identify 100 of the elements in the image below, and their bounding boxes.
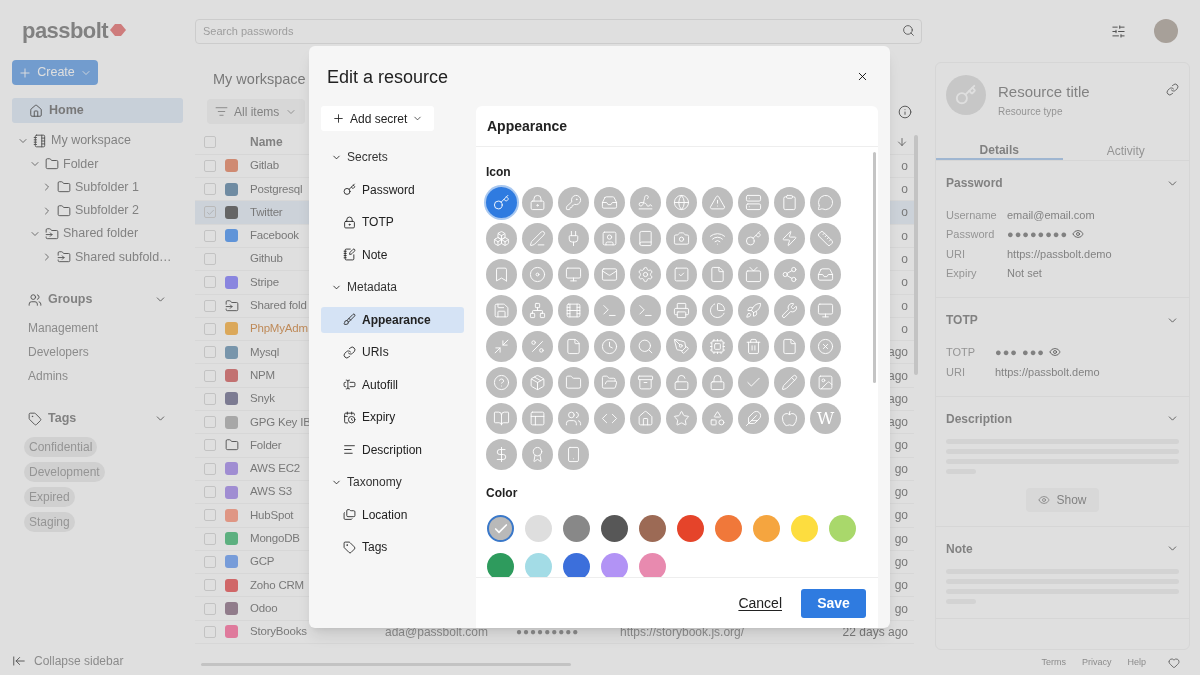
save-button[interactable]: Save bbox=[801, 588, 866, 618]
tag-chip[interactable]: Expired bbox=[24, 486, 75, 507]
table-cell-text: go bbox=[894, 437, 909, 455]
table-cell-text: go bbox=[894, 484, 909, 502]
field-value: ●●● ●●● bbox=[995, 344, 1045, 360]
resource-title: Resource title bbox=[998, 82, 1091, 102]
nav-item[interactable]: Tags bbox=[321, 534, 464, 561]
footer-link[interactable]: Help bbox=[1127, 655, 1146, 670]
resource-name: Gitlab bbox=[250, 158, 279, 174]
resource-name: AWS EC2 bbox=[250, 461, 300, 477]
section-title: Password bbox=[946, 175, 1004, 192]
nav-item[interactable]: Password bbox=[321, 176, 464, 203]
footer-link[interactable]: Terms bbox=[1041, 655, 1066, 670]
field-value: Not set bbox=[1007, 266, 1042, 282]
table-cell-text: o bbox=[901, 274, 909, 292]
resource-type: Resource type bbox=[998, 104, 1064, 119]
nav-item[interactable]: Expiry bbox=[321, 404, 464, 431]
section-heading: Tags bbox=[48, 410, 78, 428]
table-cell-text: o bbox=[901, 157, 909, 175]
resource-name: Facebook bbox=[250, 228, 299, 244]
icon-option[interactable]: W bbox=[810, 403, 841, 434]
tag-chip[interactable]: Development bbox=[24, 461, 105, 482]
tab[interactable]: Activity bbox=[1062, 141, 1189, 160]
table-cell-text: o bbox=[901, 251, 909, 269]
tab[interactable]: Details bbox=[936, 141, 1063, 160]
section-title: Description bbox=[946, 410, 1013, 428]
nav-item[interactable]: Note bbox=[321, 241, 464, 268]
tree-item[interactable]: My workspace bbox=[51, 131, 131, 150]
resource-name: Snyk bbox=[250, 391, 275, 407]
field-label: Color bbox=[486, 486, 519, 500]
password-dots: ●●●●●●●●● bbox=[516, 625, 581, 640]
tag-chip[interactable]: Confidential bbox=[24, 436, 98, 457]
section-title: TOTP bbox=[946, 312, 979, 330]
cancel-link[interactable]: Cancel bbox=[738, 592, 782, 614]
tree-item[interactable]: Folder bbox=[63, 154, 99, 174]
field-label: Username bbox=[946, 207, 998, 223]
resource-name: StoryBooks bbox=[250, 624, 307, 640]
resource-name: Github bbox=[250, 251, 283, 267]
search-field[interactable]: Search passwords bbox=[195, 18, 922, 44]
resource-name: Mysql bbox=[250, 344, 280, 360]
table-cell-text: o bbox=[901, 181, 909, 199]
field-label: Expiry bbox=[946, 266, 978, 282]
field-label: Password bbox=[946, 227, 996, 243]
section-heading: Groups bbox=[48, 291, 94, 309]
resource-name: Zoho CRM bbox=[250, 577, 304, 593]
field-label: URI bbox=[946, 246, 966, 262]
field-value: https://passbolt.demo bbox=[1007, 246, 1112, 262]
nav-item[interactable]: Location bbox=[321, 501, 464, 528]
filter-button[interactable]: All items bbox=[207, 99, 306, 125]
field-value: ●●●●●●●● bbox=[1007, 227, 1069, 243]
resource-name: Folder bbox=[250, 437, 282, 453]
table-cell-text: https://storybook.js.org/ bbox=[620, 623, 745, 641]
section-title: Note bbox=[946, 540, 974, 558]
nav-item[interactable]: Autofill bbox=[321, 371, 464, 398]
nav-group-title[interactable]: Taxonomy bbox=[347, 473, 402, 492]
table-cell-text: ada@passbolt.com bbox=[385, 623, 489, 641]
tree-item[interactable]: Subfolder 2 bbox=[75, 201, 139, 220]
table-cell-text: go bbox=[894, 553, 909, 571]
create-button[interactable]: Create bbox=[12, 60, 98, 85]
nav-group-title[interactable]: Secrets bbox=[347, 148, 388, 167]
table-cell-text: o bbox=[901, 204, 909, 222]
field-label: TOTP bbox=[946, 344, 977, 360]
table-cell-text: o bbox=[901, 227, 909, 245]
table-cell-text: go bbox=[894, 577, 909, 595]
resource-name: Stripe bbox=[250, 274, 279, 290]
field-value: email@email.com bbox=[1007, 207, 1095, 223]
nav-item[interactable]: TOTP bbox=[321, 209, 464, 236]
tree-item[interactable]: Shared folder bbox=[63, 224, 139, 244]
resource-name: Odoo bbox=[250, 600, 278, 616]
nav-item[interactable]: URIs bbox=[321, 339, 464, 366]
table-cell-text: go bbox=[894, 507, 909, 525]
tree-item[interactable]: Subfolder 1 bbox=[75, 177, 139, 197]
nav-item[interactable]: Appearance bbox=[321, 306, 464, 333]
home-nav-item[interactable]: Home bbox=[12, 98, 183, 123]
field-value: https://passbolt.demo bbox=[995, 364, 1100, 380]
dialog-title: Edit a resource bbox=[327, 65, 450, 89]
group-item[interactable]: Developers bbox=[28, 339, 167, 364]
collapse-sidebar-link[interactable]: Collapse sidebar bbox=[34, 652, 124, 670]
tag-chip[interactable]: Staging bbox=[24, 511, 75, 532]
table-cell-text: o bbox=[901, 320, 909, 338]
footer-link[interactable]: Privacy bbox=[1081, 655, 1112, 670]
resource-name: GCP bbox=[250, 554, 275, 570]
group-item[interactable]: Management bbox=[28, 315, 167, 340]
field-label: Icon bbox=[486, 165, 512, 179]
resource-name: Postgresql bbox=[250, 181, 303, 197]
tree-item[interactable]: Shared subfold… bbox=[75, 247, 172, 267]
nav-item[interactable]: Description bbox=[321, 436, 464, 463]
resource-name: Twitter bbox=[250, 204, 283, 220]
add-secret-button[interactable]: Add secret bbox=[321, 106, 435, 131]
panel-title: Appearance bbox=[487, 116, 568, 136]
field-label: URI bbox=[946, 364, 966, 380]
show-button[interactable]: Show bbox=[1026, 487, 1099, 512]
resource-name: PhpMyAdm bbox=[250, 321, 308, 337]
resource-name: HubSpot bbox=[250, 507, 294, 523]
resource-name: Shared fold bbox=[250, 298, 307, 314]
logo: passbolt bbox=[22, 16, 109, 45]
table-cell-text: go bbox=[894, 530, 909, 548]
group-item[interactable]: Admins bbox=[28, 363, 167, 388]
nav-group-title[interactable]: Metadata bbox=[347, 278, 398, 297]
resource-name: NPM bbox=[250, 367, 275, 383]
